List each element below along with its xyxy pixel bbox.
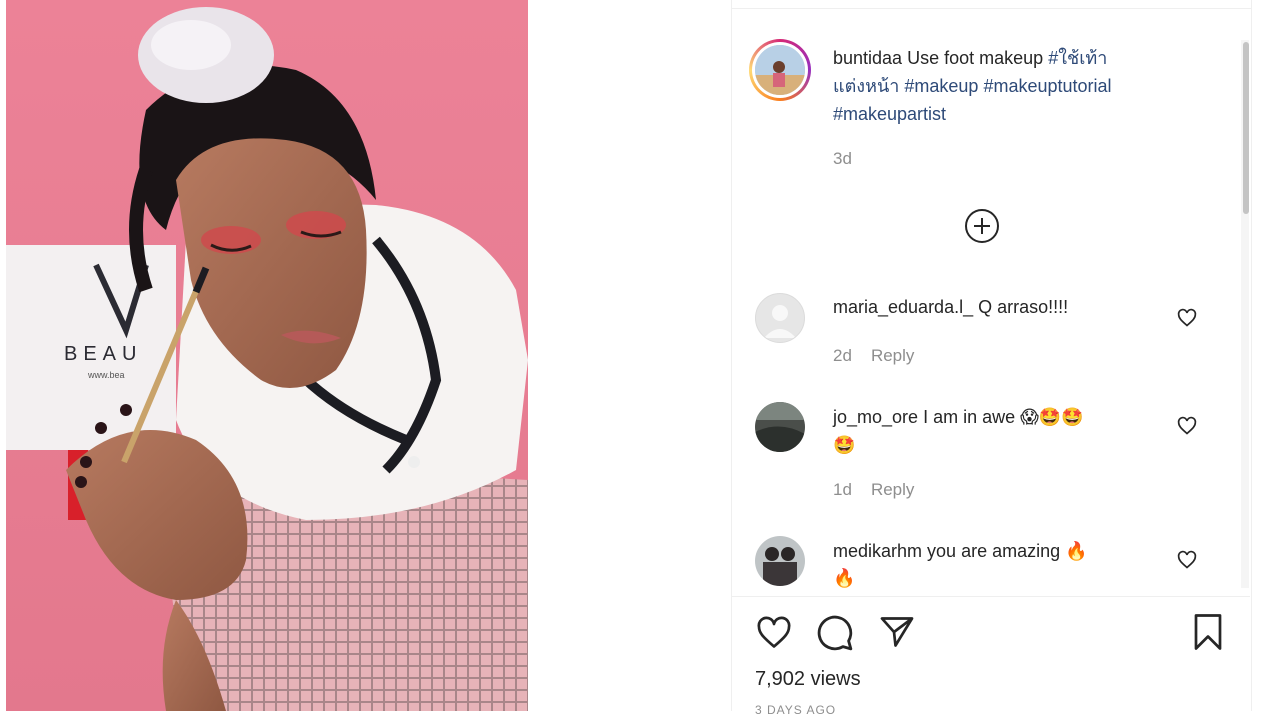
caption-line-2: แต่งหน้า #makeup #makeuptutorial (833, 72, 1112, 100)
commenter-photo (755, 536, 805, 586)
load-more-comments-button[interactable] (965, 209, 999, 243)
reply-button[interactable]: Reply (871, 346, 914, 365)
caption-text: Use foot makeup (907, 48, 1044, 68)
panel-divider (732, 8, 1251, 9)
scrollbar-thumb[interactable] (1243, 42, 1249, 214)
comment-username[interactable]: maria_eduarda.l_ (833, 297, 973, 317)
commenter-avatar[interactable] (755, 536, 805, 586)
default-avatar-icon (764, 305, 796, 338)
hashtag-link[interactable]: #makeupartist (833, 104, 946, 124)
bookmark-icon[interactable] (1190, 612, 1226, 652)
comment-meta: 1d Reply (833, 475, 914, 504)
hashtag-link[interactable]: แต่งหน้า (833, 76, 899, 96)
comment-meta: 2d Reply (833, 341, 914, 370)
hashtag-link[interactable]: #makeuptutorial (983, 76, 1111, 96)
comment-like-heart-icon[interactable] (1177, 550, 1197, 570)
comment-icon[interactable] (816, 614, 854, 652)
media-gutter (528, 0, 730, 711)
post-video[interactable]: BEAU www.bea (6, 0, 528, 711)
comment-text: I am in awe 😱🤩🤩 (923, 407, 1084, 427)
comment-username[interactable]: medikarhm (833, 541, 922, 561)
view-count[interactable]: 7,902 views (755, 665, 861, 693)
video-frame-illustration: BEAU www.bea (6, 0, 528, 711)
caption-username[interactable]: buntidaa (833, 48, 902, 68)
commenter-photo (755, 402, 805, 452)
comment-text: Q arraso!!!! (978, 297, 1069, 317)
comment-username[interactable]: jo_mo_ore (833, 407, 918, 427)
heart-icon[interactable] (755, 615, 793, 651)
comment-line: maria_eduarda.l_ Q arraso!!!! (833, 293, 1068, 321)
caption-line-1: buntidaa Use foot makeup #ใช้เท้า (833, 44, 1107, 72)
bag-brand-text: BEAU (64, 343, 142, 365)
reply-button[interactable]: Reply (871, 480, 914, 499)
hashtag-link[interactable]: #makeup (904, 76, 978, 96)
comments-panel (731, 0, 1252, 711)
comment-line-2: 🤩 (833, 435, 856, 455)
post-date: 3 DAYS AGO (755, 703, 837, 717)
commenter-avatar[interactable] (755, 293, 805, 343)
comment-like-heart-icon[interactable] (1177, 308, 1197, 328)
comment-time[interactable]: 2d (833, 346, 852, 365)
comment-line: jo_mo_ore I am in awe 😱🤩🤩 (833, 403, 1084, 431)
comment-line-2: 🔥 (833, 568, 856, 588)
author-avatar-image (755, 45, 805, 95)
comment-line: medikarhm you are amazing 🔥 (833, 537, 1088, 565)
author-avatar[interactable] (749, 39, 811, 101)
comment-time[interactable]: 1d (833, 480, 852, 499)
hashtag-link[interactable]: #ใช้เท้า (1048, 48, 1107, 68)
caption-line-3: #makeupartist (833, 100, 946, 128)
comment-text: you are amazing 🔥 (927, 541, 1088, 561)
caption-timestamp[interactable]: 3d (833, 145, 852, 173)
actions-divider (731, 596, 1250, 597)
comment-like-heart-icon[interactable] (1177, 416, 1197, 436)
commenter-avatar[interactable] (755, 402, 805, 452)
paper-plane-icon[interactable] (878, 614, 916, 650)
bag-sub-text: www.bea (87, 370, 125, 380)
